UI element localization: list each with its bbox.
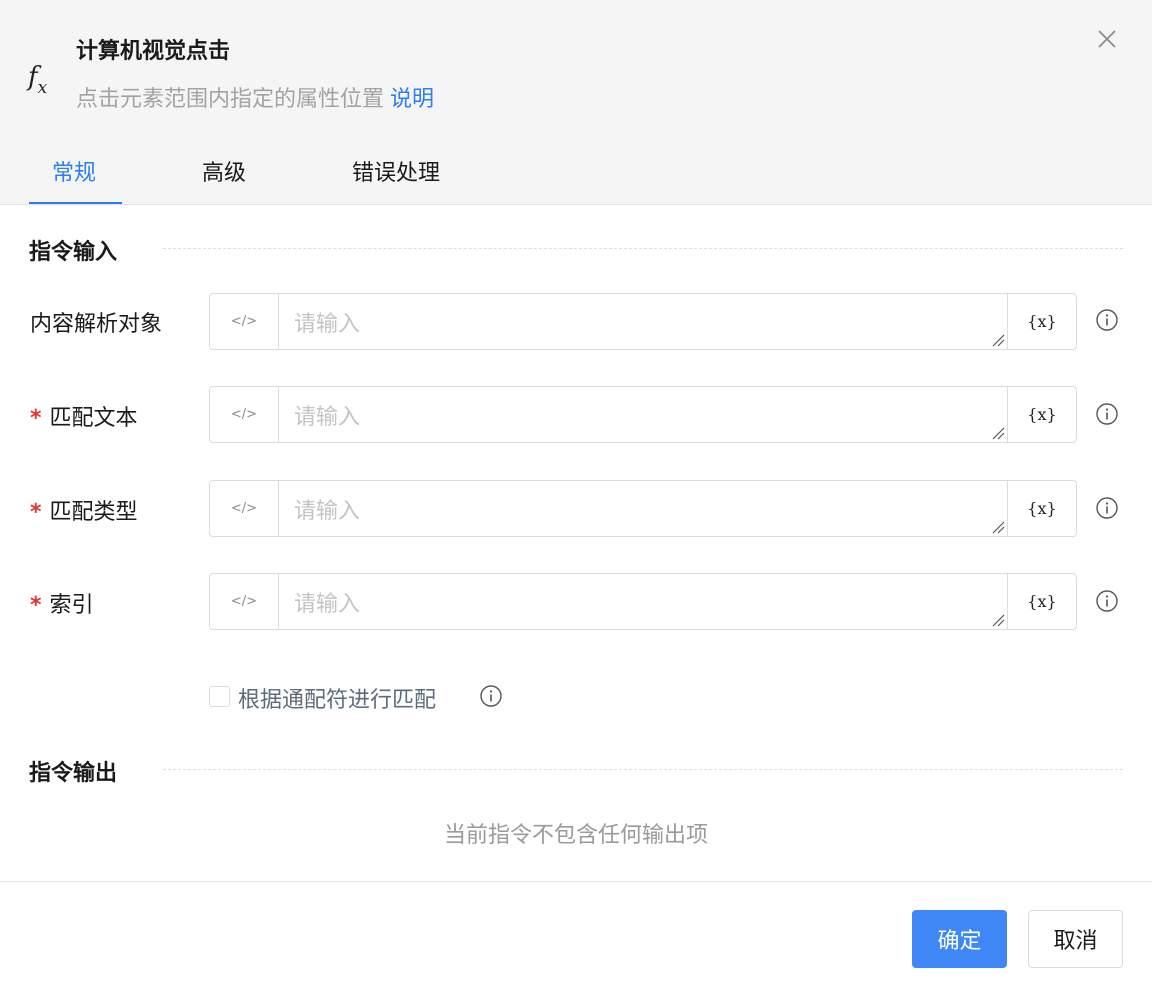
resize-grip-icon[interactable] — [992, 427, 1005, 440]
field-label-index: * 索引 — [30, 587, 94, 619]
text-area-wrap — [279, 387, 1007, 442]
parse-object-input[interactable] — [279, 294, 1007, 349]
field-label-text: 内容解析对象 — [30, 312, 163, 337]
resize-grip-icon[interactable] — [992, 614, 1005, 627]
tab-general[interactable]: 常规 — [52, 155, 96, 187]
info-icon[interactable] — [1096, 497, 1118, 519]
field-label-parse-object: 内容解析对象 — [30, 306, 162, 338]
tab-advanced[interactable]: 高级 — [202, 155, 246, 187]
dialog-description: 点击元素范围内指定的属性位置 说明 — [76, 81, 434, 113]
code-mode-button[interactable]: </> — [210, 574, 279, 629]
confirm-button[interactable]: 确定 — [912, 910, 1007, 968]
wildcard-checkbox-label[interactable]: 根据通配符进行匹配 — [238, 682, 436, 714]
text-area-wrap — [279, 574, 1007, 629]
dialog-header: fx 计算机视觉点击 点击元素范围内指定的属性位置 说明 常规 高级 错误处理 — [0, 0, 1152, 205]
code-mode-button[interactable]: </> — [210, 387, 279, 442]
index-input[interactable] — [279, 574, 1007, 629]
text-area-wrap — [279, 294, 1007, 349]
description-text: 点击元素范围内指定的属性位置 — [76, 87, 385, 112]
info-icon[interactable] — [1096, 590, 1118, 612]
match-type-input[interactable] — [279, 481, 1007, 536]
field-label-text: 索引 — [49, 593, 94, 618]
cancel-button[interactable]: 取消 — [1028, 910, 1123, 968]
index-field: </> {x} — [209, 573, 1077, 630]
fx-icon: fx — [28, 62, 48, 99]
match-text-field: </> {x} — [209, 386, 1077, 443]
variable-button[interactable]: {x} — [1007, 294, 1076, 349]
info-icon[interactable] — [1096, 309, 1118, 331]
info-icon[interactable] — [1096, 403, 1118, 425]
output-section-title: 指令输出 — [29, 761, 118, 786]
active-tab-indicator — [29, 202, 122, 204]
info-icon[interactable] — [480, 685, 502, 707]
required-mark: * — [30, 406, 42, 431]
tab-error-handling[interactable]: 错误处理 — [352, 155, 440, 187]
footer-divider — [0, 881, 1152, 882]
required-mark: * — [30, 593, 42, 618]
help-link[interactable]: 说明 — [390, 87, 434, 112]
required-mark: * — [30, 500, 42, 525]
section-divider — [163, 248, 1123, 249]
empty-output-message: 当前指令不包含任何输出项 — [443, 823, 708, 848]
field-label-text: 匹配类型 — [49, 500, 138, 525]
variable-button[interactable]: {x} — [1007, 574, 1076, 629]
code-mode-button[interactable]: </> — [210, 481, 279, 536]
match-text-input[interactable] — [279, 387, 1007, 442]
field-label-match-type: * 匹配类型 — [30, 494, 138, 526]
variable-button[interactable]: {x} — [1007, 481, 1076, 536]
resize-grip-icon[interactable] — [992, 334, 1005, 347]
wildcard-checkbox[interactable] — [209, 686, 230, 707]
match-type-field: </> {x} — [209, 480, 1077, 537]
parse-object-field: </> {x} — [209, 293, 1077, 350]
resize-grip-icon[interactable] — [992, 521, 1005, 534]
variable-button[interactable]: {x} — [1007, 387, 1076, 442]
input-section-title: 指令输入 — [29, 240, 118, 265]
text-area-wrap — [279, 481, 1007, 536]
code-mode-button[interactable]: </> — [210, 294, 279, 349]
section-divider — [163, 769, 1123, 770]
close-icon[interactable] — [1096, 28, 1118, 50]
dialog-title: 计算机视觉点击 — [76, 39, 231, 64]
field-label-text: 匹配文本 — [49, 406, 138, 431]
field-label-match-text: * 匹配文本 — [30, 400, 138, 432]
